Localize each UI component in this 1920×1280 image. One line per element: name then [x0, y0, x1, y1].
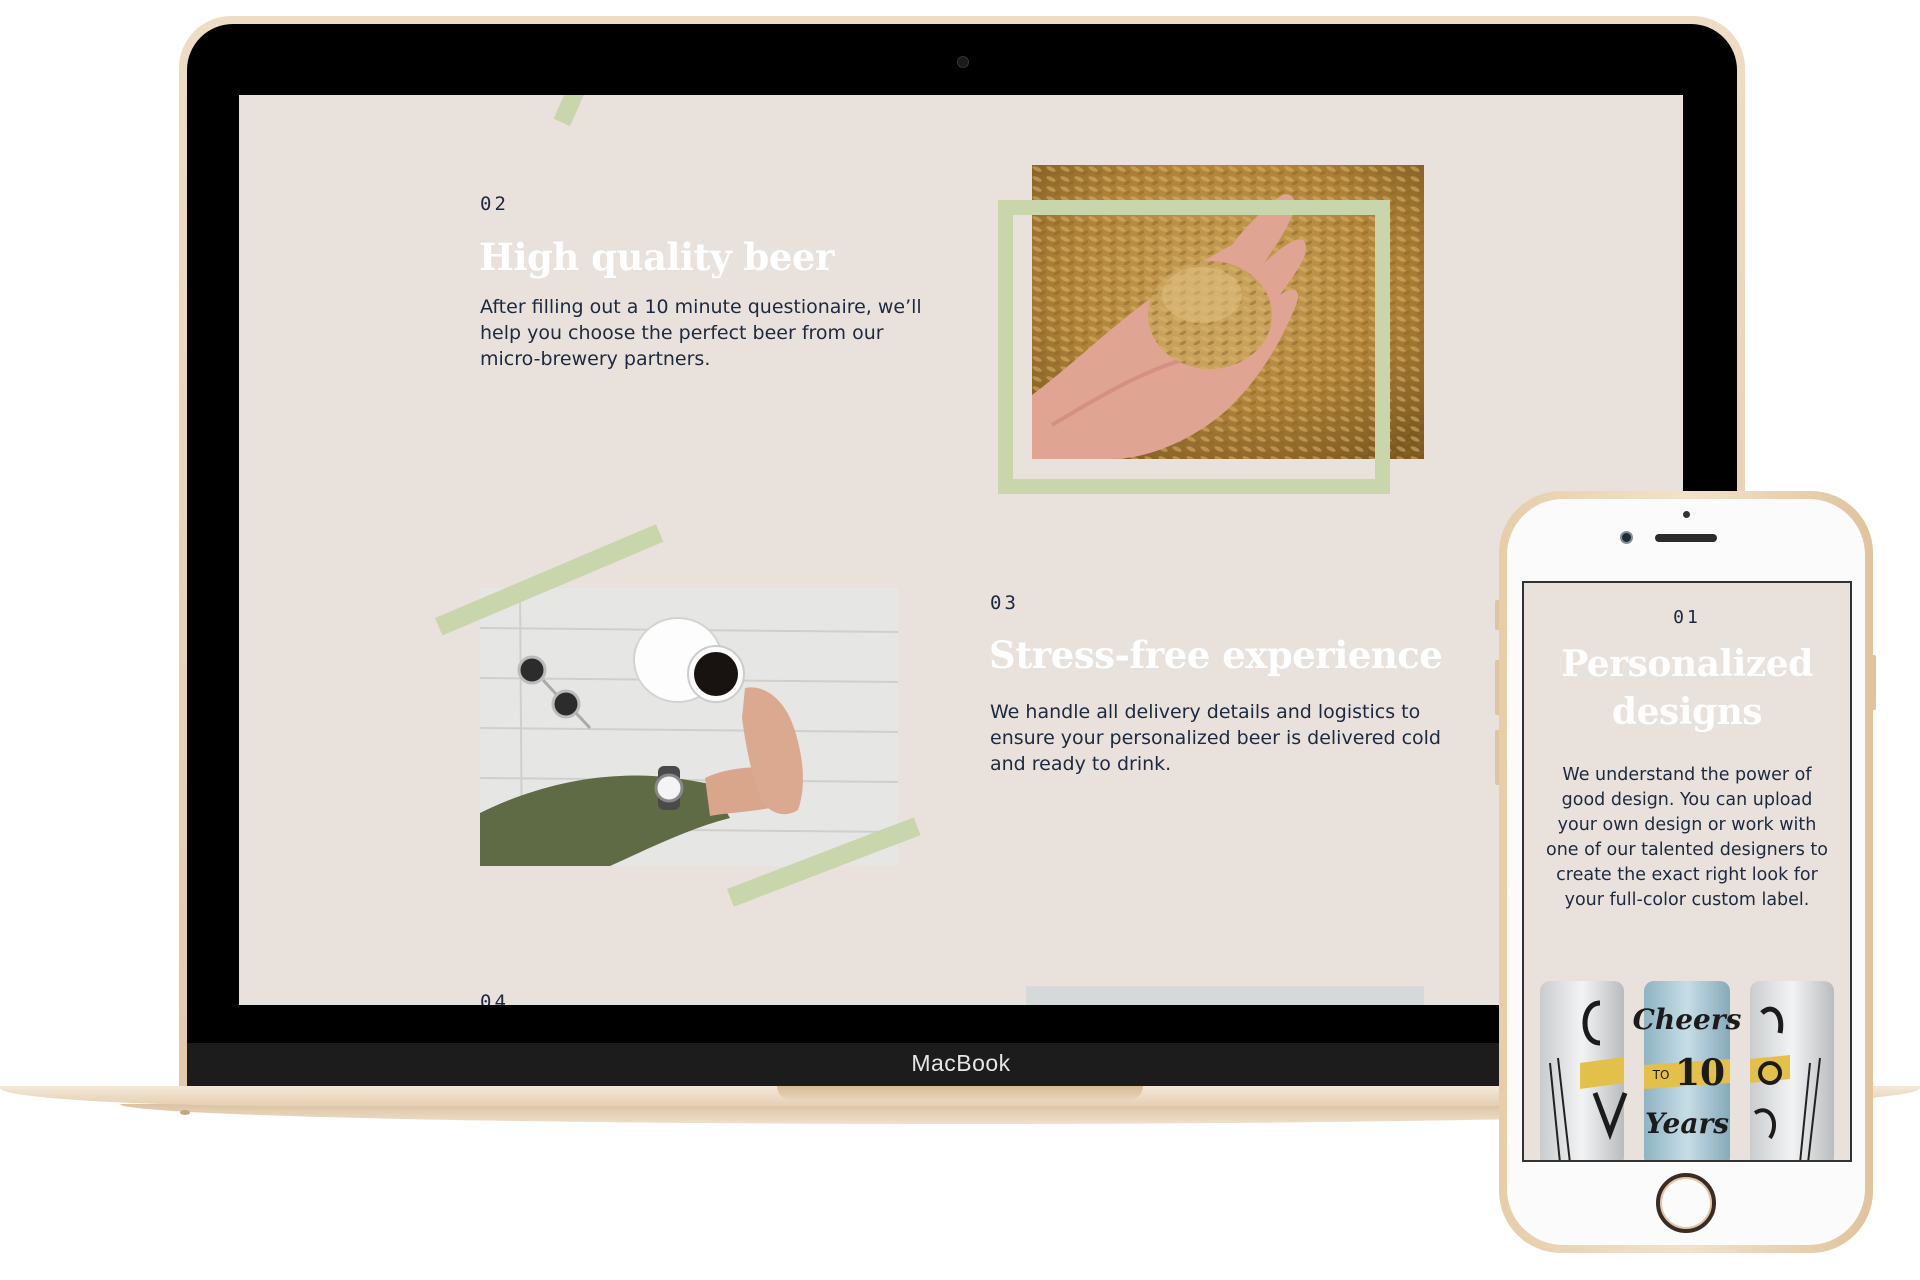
- can-text-years: Years: [1645, 1107, 1729, 1140]
- section-body: We handle all delivery details and logis…: [990, 701, 1441, 775]
- section-body: After filling out a 10 minute questionai…: [480, 296, 922, 370]
- coffee-watch-photo: [480, 588, 898, 866]
- home-button[interactable]: [1656, 1173, 1716, 1233]
- section-title: Stress-free experience: [989, 633, 1443, 677]
- section-body: We understand the power of good design. …: [1546, 765, 1828, 910]
- phone-screen: 01 Personalized designs We understand th…: [1522, 581, 1852, 1162]
- section-number: 03: [990, 592, 1019, 614]
- section-number: 04: [480, 991, 509, 1005]
- front-camera-icon: [1620, 531, 1633, 544]
- laptop-screen: 02 High quality beer After filling out a…: [239, 95, 1683, 1005]
- proximity-sensor: [1683, 511, 1690, 518]
- section-photo-partial: [1026, 986, 1424, 1005]
- can-text-ten: 10: [1675, 1052, 1725, 1094]
- can-text-cheers: Cheers: [1633, 1003, 1742, 1036]
- decorative-tape: [553, 95, 595, 127]
- macbook-foot: [180, 1110, 190, 1115]
- earpiece-speaker: [1655, 534, 1717, 542]
- can-text-to: TO: [1652, 1068, 1670, 1082]
- section-number: 02: [480, 193, 509, 215]
- webcam-icon: [957, 56, 969, 68]
- macbook-notch: [777, 1086, 1143, 1100]
- beer-cans-image: Cheers TO 10 Years: [1540, 973, 1834, 1160]
- section-title: High quality beer: [479, 235, 834, 279]
- section-number: 01: [1673, 607, 1701, 628]
- macbook-brand: MacBook: [911, 1050, 1011, 1076]
- section-title-line1: Personalized: [1561, 643, 1813, 685]
- section-title-line2: designs: [1611, 691, 1763, 733]
- photo-frame: [998, 200, 1390, 494]
